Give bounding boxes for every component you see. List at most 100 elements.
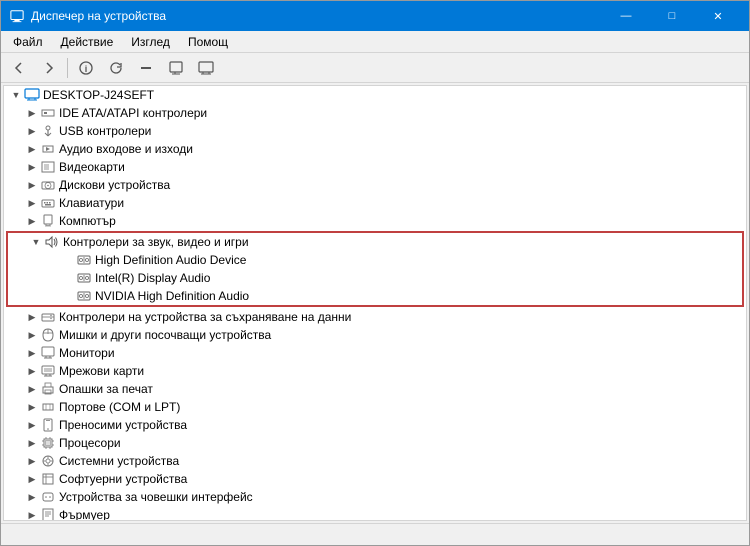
expand-mouse[interactable]: ▶ bbox=[24, 327, 40, 343]
tree-item-hid[interactable]: ▶ Устройства за човешки интерфейс bbox=[4, 488, 746, 506]
cpu-icon bbox=[40, 435, 56, 451]
tree-item-soft[interactable]: ▶ Софтуерни устройства bbox=[4, 470, 746, 488]
menu-action[interactable]: Действие bbox=[53, 33, 122, 51]
svg-text:i: i bbox=[85, 64, 88, 74]
usb-label: USB контролери bbox=[59, 124, 151, 138]
expand-root[interactable]: ▼ bbox=[8, 87, 24, 103]
audio-in-icon bbox=[40, 141, 56, 157]
fw-label: Фърмуер bbox=[59, 508, 110, 521]
hid-icon bbox=[40, 489, 56, 505]
expand-monitors[interactable]: ▶ bbox=[24, 345, 40, 361]
tree-item-computer[interactable]: ▶ Компютър bbox=[4, 212, 746, 230]
expand-ide[interactable]: ▶ bbox=[24, 105, 40, 121]
computer-icon bbox=[24, 87, 40, 103]
tree-item-print[interactable]: ▶ Опашки за печат bbox=[4, 380, 746, 398]
expand-disk[interactable]: ▶ bbox=[24, 177, 40, 193]
tree-item-audio-in[interactable]: ▶ Аудио входове и изходи bbox=[4, 140, 746, 158]
disk-label: Дискови устройства bbox=[59, 178, 170, 192]
title-bar-left: Диспечер на устройства bbox=[9, 8, 166, 24]
intel-audio-icon bbox=[76, 270, 92, 286]
window-title: Диспечер на устройства bbox=[31, 9, 166, 23]
menu-view[interactable]: Изглед bbox=[123, 33, 178, 51]
expand-sound[interactable]: ▼ bbox=[28, 234, 44, 250]
monitors-label: Монитори bbox=[59, 346, 115, 360]
status-bar bbox=[1, 523, 749, 545]
ide-label: IDE ATA/ATAPI контролери bbox=[59, 106, 207, 120]
tree-item-mouse[interactable]: ▶ Мишки и други посочващи устройства bbox=[4, 326, 746, 344]
tree-item-root[interactable]: ▼ DESKTOP-J24SEFT bbox=[4, 86, 746, 104]
device-manager-window: Диспечер на устройства — □ ✕ Файл Действ… bbox=[0, 0, 750, 546]
cpu-label: Процесори bbox=[59, 436, 121, 450]
expand-soft[interactable]: ▶ bbox=[24, 471, 40, 487]
tree-item-keyboard[interactable]: ▶ Клавиатури bbox=[4, 194, 746, 212]
tree-item-usb[interactable]: ▶ USB контролери bbox=[4, 122, 746, 140]
maximize-button[interactable]: □ bbox=[649, 1, 695, 31]
monitors-icon bbox=[40, 345, 56, 361]
print-label: Опашки за печат bbox=[59, 382, 153, 396]
sys-icon bbox=[40, 453, 56, 469]
tree-item-video[interactable]: ▶ Видеокарти bbox=[4, 158, 746, 176]
expand-computer[interactable]: ▶ bbox=[24, 213, 40, 229]
uninstall-button[interactable] bbox=[132, 56, 160, 80]
video-icon bbox=[40, 159, 56, 175]
content-area: ▼ DESKTOP-J24SEFT ▶ IDE ATA/ATAPI bbox=[1, 83, 749, 523]
close-button[interactable]: ✕ bbox=[695, 1, 741, 31]
toolbar: i bbox=[1, 53, 749, 83]
keyboard-label: Клавиатури bbox=[59, 196, 124, 210]
ports-icon bbox=[40, 399, 56, 415]
expand-storage[interactable]: ▶ bbox=[24, 309, 40, 325]
nvidia-audio-label: NVIDIA High Definition Audio bbox=[95, 289, 249, 303]
tree-item-portable[interactable]: ▶ Преносими устройства bbox=[4, 416, 746, 434]
expand-cpu[interactable]: ▶ bbox=[24, 435, 40, 451]
tree-item-storage[interactable]: ▶ Контролери на устройства за съхраняван… bbox=[4, 308, 746, 326]
tree-item-network[interactable]: ▶ Мрежови карти bbox=[4, 362, 746, 380]
tree-item-hd-audio[interactable]: High Definition Audio Device bbox=[8, 251, 742, 269]
expand-usb[interactable]: ▶ bbox=[24, 123, 40, 139]
mouse-label: Мишки и други посочващи устройства bbox=[59, 328, 271, 342]
intel-audio-label: Intel(R) Display Audio bbox=[95, 271, 210, 285]
network-icon bbox=[40, 363, 56, 379]
computer2-icon bbox=[40, 213, 56, 229]
tree-item-monitors[interactable]: ▶ Монитори bbox=[4, 344, 746, 362]
tree-item-cpu[interactable]: ▶ Процесори bbox=[4, 434, 746, 452]
tree-item-sound[interactable]: ▼ Контролери за звук, видео и игри bbox=[8, 233, 742, 251]
expand-audio-in[interactable]: ▶ bbox=[24, 141, 40, 157]
tree-item-ports[interactable]: ▶ Портове (COM и LPT) bbox=[4, 398, 746, 416]
update-button[interactable] bbox=[102, 56, 130, 80]
sound-ctrl-icon bbox=[44, 234, 60, 250]
sys-label: Системни устройства bbox=[59, 454, 179, 468]
tree-item-intel-audio[interactable]: Intel(R) Display Audio bbox=[8, 269, 742, 287]
portable-label: Преносими устройства bbox=[59, 418, 187, 432]
properties-button[interactable]: i bbox=[72, 56, 100, 80]
expand-ports[interactable]: ▶ bbox=[24, 399, 40, 415]
expand-fw[interactable]: ▶ bbox=[24, 507, 40, 521]
back-button[interactable] bbox=[5, 56, 33, 80]
tree-item-sys[interactable]: ▶ Системни устройства bbox=[4, 452, 746, 470]
expand-hid[interactable]: ▶ bbox=[24, 489, 40, 505]
device-tree[interactable]: ▼ DESKTOP-J24SEFT ▶ IDE ATA/ATAPI bbox=[3, 85, 747, 521]
forward-button[interactable] bbox=[35, 56, 63, 80]
hd-audio-icon bbox=[76, 252, 92, 268]
expand-network[interactable]: ▶ bbox=[24, 363, 40, 379]
expand-sys[interactable]: ▶ bbox=[24, 453, 40, 469]
title-controls: — □ ✕ bbox=[603, 1, 741, 31]
ide-icon bbox=[40, 105, 56, 121]
menu-bar: Файл Действие Изглед Помощ bbox=[1, 31, 749, 53]
expand-print[interactable]: ▶ bbox=[24, 381, 40, 397]
menu-file[interactable]: Файл bbox=[5, 33, 51, 51]
expand-keyboard[interactable]: ▶ bbox=[24, 195, 40, 211]
tree-item-nvidia-audio[interactable]: NVIDIA High Definition Audio bbox=[8, 287, 742, 305]
expand-video[interactable]: ▶ bbox=[24, 159, 40, 175]
hd-audio-label: High Definition Audio Device bbox=[95, 253, 246, 267]
expand-portable[interactable]: ▶ bbox=[24, 417, 40, 433]
scan-button[interactable] bbox=[162, 56, 190, 80]
monitor-button[interactable] bbox=[192, 56, 220, 80]
toolbar-separator-1 bbox=[67, 58, 68, 78]
print-icon bbox=[40, 381, 56, 397]
tree-item-fw[interactable]: ▶ Фърмуер bbox=[4, 506, 746, 521]
root-label: DESKTOP-J24SEFT bbox=[43, 88, 154, 102]
minimize-button[interactable]: — bbox=[603, 1, 649, 31]
tree-item-disk[interactable]: ▶ Дискови устройства bbox=[4, 176, 746, 194]
tree-item-ide[interactable]: ▶ IDE ATA/ATAPI контролери bbox=[4, 104, 746, 122]
menu-help[interactable]: Помощ bbox=[180, 33, 236, 51]
